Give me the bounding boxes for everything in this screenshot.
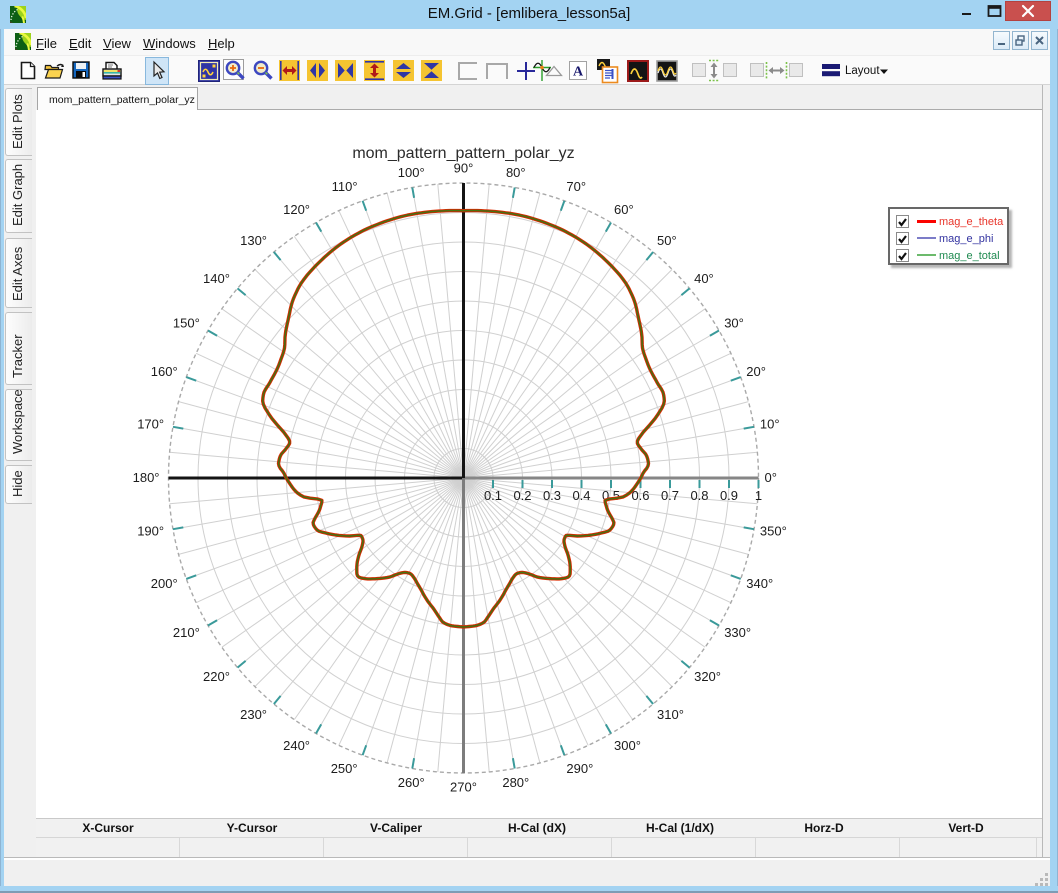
svg-text:120°: 120° <box>283 202 310 217</box>
svg-text:310°: 310° <box>657 707 684 722</box>
svg-text:40°: 40° <box>694 271 714 286</box>
svg-text:220°: 220° <box>203 669 230 684</box>
svg-text:0.2: 0.2 <box>513 488 531 503</box>
svg-text:190°: 190° <box>137 524 164 539</box>
svg-text:110°: 110° <box>332 179 358 194</box>
svg-text:90°: 90° <box>454 161 474 176</box>
svg-text:140°: 140° <box>203 271 230 286</box>
svg-text:250°: 250° <box>331 761 358 776</box>
svg-text:160°: 160° <box>151 364 178 379</box>
svg-text:0.3: 0.3 <box>543 488 561 503</box>
svg-text:10°: 10° <box>760 416 780 431</box>
svg-text:0.8: 0.8 <box>690 488 708 503</box>
svg-text:100°: 100° <box>398 165 425 180</box>
svg-text:1: 1 <box>755 488 762 503</box>
svg-text:320°: 320° <box>694 669 721 684</box>
svg-text:20°: 20° <box>746 364 766 379</box>
svg-text:230°: 230° <box>240 707 267 722</box>
svg-text:0.9: 0.9 <box>720 488 738 503</box>
svg-text:170°: 170° <box>137 416 164 431</box>
svg-text:210°: 210° <box>173 625 200 640</box>
svg-text:A: A <box>573 65 584 80</box>
svg-text:150°: 150° <box>173 315 200 330</box>
svg-text:240°: 240° <box>283 738 310 753</box>
svg-text:0°: 0° <box>765 470 777 485</box>
svg-text:50°: 50° <box>657 233 677 248</box>
svg-text:340°: 340° <box>746 576 773 591</box>
svg-text:290°: 290° <box>566 761 593 776</box>
svg-text:200°: 200° <box>151 576 178 591</box>
svg-text:280°: 280° <box>502 775 529 790</box>
svg-text:0.4: 0.4 <box>572 488 590 503</box>
svg-text:350°: 350° <box>760 524 787 539</box>
svg-text:270°: 270° <box>450 780 477 795</box>
svg-text:30°: 30° <box>724 315 744 330</box>
svg-text:180°: 180° <box>133 470 160 485</box>
svg-text:80°: 80° <box>506 165 526 180</box>
svg-text:0.1: 0.1 <box>484 488 502 503</box>
svg-text:60°: 60° <box>614 202 634 217</box>
svg-text:mom_pattern_pattern_polar_yz: mom_pattern_pattern_polar_yz <box>352 145 574 162</box>
svg-text:130°: 130° <box>240 233 267 248</box>
svg-text:330°: 330° <box>724 625 751 640</box>
svg-text:300°: 300° <box>614 738 641 753</box>
svg-text:260°: 260° <box>398 775 425 790</box>
svg-text:0.7: 0.7 <box>661 488 679 503</box>
svg-text:70°: 70° <box>566 179 586 194</box>
